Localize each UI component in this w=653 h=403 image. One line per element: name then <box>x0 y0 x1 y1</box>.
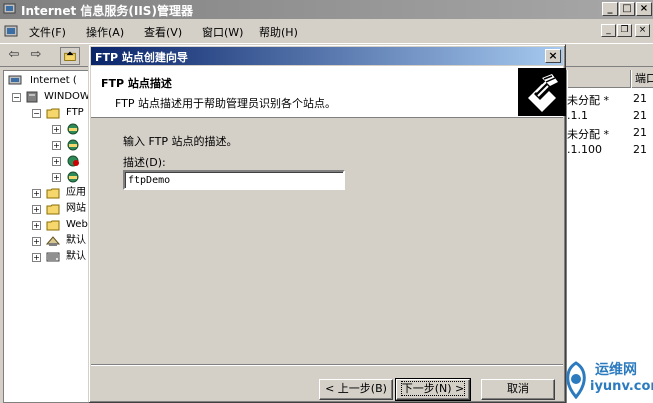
description-input[interactable] <box>123 170 345 190</box>
minimize-button[interactable]: _ <box>602 2 618 16</box>
column-ip[interactable] <box>567 70 631 88</box>
watermark-en: iyunv.com <box>590 379 653 394</box>
row-port: 21 <box>633 126 647 139</box>
expand-icon[interactable]: + <box>32 253 41 262</box>
wizard-title: FTP 站点创建向导 <box>95 51 188 64</box>
computer-icon <box>8 75 22 85</box>
list-pane[interactable]: 端口 未分配 * 21 .1.1 21 未分配 * 21 .1.100 21 <box>566 70 653 403</box>
expand-icon[interactable]: + <box>32 205 41 214</box>
tree-item-label: 默认 <box>66 251 86 262</box>
iis-app-icon <box>3 3 16 14</box>
menu-bar: 文件(F) 操作(A) 查看(V) 窗口(W) 帮助(H) _ ❐ × <box>0 20 653 42</box>
server-icon <box>26 91 38 103</box>
back-button[interactable]: < 上一步(B) <box>319 379 393 400</box>
cancel-button-label: 取消 <box>507 382 529 395</box>
description-label: 描述(D): <box>123 156 166 169</box>
main-title-bar[interactable]: Internet 信息服务(IIS)管理器 _ □ × <box>0 0 653 19</box>
next-button-label: 下一步(N) > <box>400 381 466 396</box>
column-port[interactable]: 端口 <box>631 70 653 88</box>
main-window-title: Internet 信息服务(IIS)管理器 <box>21 4 193 18</box>
folder-icon <box>46 220 60 231</box>
ftp-site-icon <box>67 139 79 151</box>
watermark-logo-icon <box>566 361 586 399</box>
expand-icon[interactable]: + <box>52 173 61 182</box>
tree-pane[interactable]: Internet ( − WINDOWS − FTP + + + + + 应用 … <box>3 70 96 403</box>
collapse-icon[interactable]: − <box>12 93 21 102</box>
wizard-intro-text: 输入 FTP 站点的描述。 <box>123 135 238 148</box>
menu-help[interactable]: 帮助(H) <box>259 24 298 40</box>
tree-item-label: Internet ( <box>30 75 77 86</box>
tree-item-label: 网站 <box>66 203 86 214</box>
folder-icon <box>46 188 60 199</box>
row-port: 21 <box>633 109 647 122</box>
mdi-close-button[interactable]: × <box>635 24 650 37</box>
menu-file[interactable]: 文件(F) <box>29 24 66 40</box>
row-ip: .1.1 <box>567 109 588 122</box>
collapse-icon[interactable]: − <box>32 109 41 118</box>
tree-item-label: 默认 <box>66 235 86 246</box>
up-folder-icon[interactable] <box>60 47 80 65</box>
menu-view[interactable]: 查看(V) <box>144 24 182 40</box>
close-button[interactable]: × <box>636 2 652 16</box>
back-arrow-icon[interactable]: ⇦ <box>4 47 24 65</box>
cancel-button[interactable]: 取消 <box>481 379 555 400</box>
maximize-button[interactable]: □ <box>619 2 635 16</box>
mdi-restore-button[interactable]: ❐ <box>617 24 632 37</box>
wizard-close-button[interactable]: × <box>545 49 561 63</box>
smtp-icon <box>46 236 60 246</box>
menu-action[interactable]: 操作(A) <box>86 24 124 40</box>
watermark: 运维网 iyunv.com <box>558 355 653 403</box>
ftp-wizard-dialog: FTP 站点创建向导 × FTP 站点描述 FTP 站点描述用于帮助管理员识别各… <box>88 44 566 403</box>
ftp-site-icon <box>67 171 79 183</box>
watermark-cn: 运维网 <box>595 362 637 378</box>
wizard-header-subtitle: FTP 站点描述用于帮助管理员识别各个站点。 <box>115 97 336 110</box>
tree-item-label: FTP <box>66 107 84 118</box>
expand-icon[interactable]: + <box>52 125 61 134</box>
tree-item-label: Web <box>66 219 88 230</box>
expand-icon[interactable]: + <box>32 237 41 246</box>
expand-icon[interactable]: + <box>52 141 61 150</box>
wizard-header: FTP 站点描述 FTP 站点描述用于帮助管理员识别各个站点。 <box>91 66 566 118</box>
folder-icon <box>46 204 60 215</box>
back-button-label: < 上一步(B) <box>325 382 387 395</box>
row-port: 21 <box>633 143 647 156</box>
ftp-site-stopped-icon <box>67 155 79 167</box>
row-ip: .1.100 <box>567 143 602 156</box>
console-icon[interactable] <box>3 23 19 39</box>
nntp-icon <box>46 252 60 262</box>
row-ip: 未分配 * <box>567 128 609 141</box>
mdi-minimize-button[interactable]: _ <box>601 24 616 37</box>
list-header: 端口 <box>567 70 653 88</box>
row-ip: 未分配 * <box>567 94 609 107</box>
wizard-separator <box>91 364 563 366</box>
wizard-title-bar[interactable]: FTP 站点创建向导 × <box>91 47 563 65</box>
expand-icon[interactable]: + <box>52 157 61 166</box>
wizard-printer-icon <box>518 68 566 116</box>
tree-item-label: 应用 <box>66 187 86 198</box>
forward-arrow-icon[interactable]: ⇨ <box>26 47 46 65</box>
wizard-header-title: FTP 站点描述 <box>101 77 172 90</box>
folder-icon <box>46 108 60 119</box>
row-port: 21 <box>633 92 647 105</box>
expand-icon[interactable]: + <box>32 221 41 230</box>
expand-icon[interactable]: + <box>32 189 41 198</box>
next-button[interactable]: 下一步(N) > <box>395 378 471 401</box>
ftp-site-icon <box>67 123 79 135</box>
menu-window[interactable]: 窗口(W) <box>202 24 243 40</box>
